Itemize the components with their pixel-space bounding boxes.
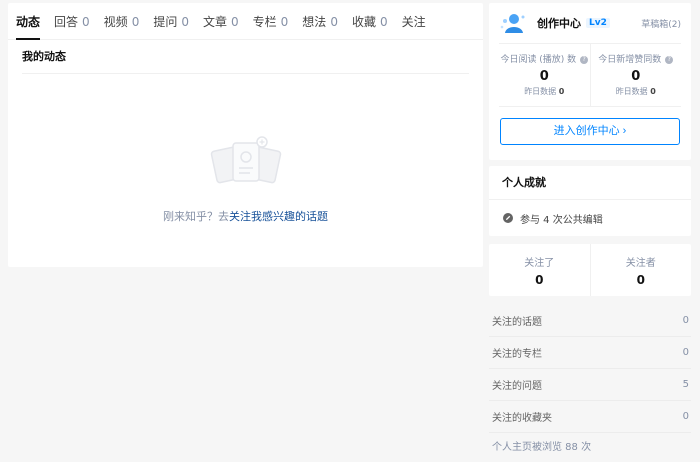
stat-value: 0	[631, 69, 641, 84]
tab-count: 0	[131, 14, 140, 29]
help-icon[interactable]: ?	[665, 55, 674, 64]
tab-collections[interactable]: 收藏 0	[352, 13, 388, 30]
stat-sub-label: 昨日数据	[524, 87, 557, 96]
profile-tabs: 动态 回答 0 视频 0 提问 0 文章 0 专栏 0 想法 0 收藏 0 关注	[8, 3, 483, 40]
tab-label: 提问	[153, 14, 178, 29]
creator-center-card: 创作中心 Lv2 草稿箱(2) 今日阅读 (播放) 数 ? 0 昨日数据 0 今…	[489, 3, 691, 160]
tab-label: 收藏	[351, 14, 376, 29]
creator-avatar-icon	[500, 14, 525, 33]
link-count: 5	[682, 379, 689, 390]
creator-header: 创作中心 Lv2 草稿箱(2)	[489, 3, 691, 43]
empty-state: 刚来知乎？去关注我感兴趣的话题	[8, 135, 483, 224]
following-links: 关注的话题 0 关注的专栏 0 关注的问题 5 关注的收藏夹 0 个人主页被浏览 88 …	[489, 305, 691, 462]
link-label: 关注的专栏	[492, 349, 542, 360]
tab-thoughts[interactable]: 想法 0	[302, 13, 338, 30]
tab-label: 文章	[202, 14, 227, 29]
link-count: 0	[682, 347, 689, 358]
tab-articles[interactable]: 文章 0	[203, 13, 239, 30]
tab-activity[interactable]: 动态	[16, 13, 40, 30]
creator-stats: 今日阅读 (播放) 数 ? 0 昨日数据 0 今日新增赞同数 ? 0 昨日数据 …	[499, 43, 681, 107]
achievement-card: 个人成就 参与 4 次公共编辑	[489, 166, 691, 236]
stat-today-upvotes: 今日新增赞同数 ? 0 昨日数据 0	[589, 44, 682, 106]
followed-topics-link[interactable]: 关注的话题 0	[489, 305, 691, 337]
tab-label: 回答	[54, 14, 79, 29]
link-label: 关注的话题	[492, 317, 542, 328]
following-count[interactable]: 关注了 0	[489, 244, 590, 296]
tab-count: 0	[231, 14, 239, 29]
follow-card: 关注了 0 关注者 0	[489, 244, 691, 296]
link-label: 关注的问题	[492, 381, 542, 392]
tab-answers[interactable]: 回答 0	[54, 13, 90, 30]
tab-label: 专栏	[252, 14, 277, 29]
stat-value: 0	[539, 69, 549, 84]
link-label: 关注的收藏夹	[492, 413, 552, 424]
tab-columns[interactable]: 专栏 0	[253, 13, 289, 30]
tab-label: 关注	[401, 14, 426, 29]
drafts-link[interactable]: 草稿箱(2)	[641, 17, 681, 30]
link-count: 0	[682, 315, 689, 326]
section-title: 我的动态	[22, 40, 469, 74]
profile-views: 个人主页被浏览 88 次	[492, 442, 592, 453]
tab-label: 想法	[302, 14, 327, 29]
active-tab-indicator	[16, 38, 40, 40]
stat-label-text: 今日新增赞同数	[598, 55, 662, 65]
tab-count: 0	[181, 14, 189, 29]
tab-label: 动态	[16, 14, 41, 29]
creator-title: 创作中心	[537, 17, 581, 30]
stat-today-reads: 今日阅读 (播放) 数 ? 0 昨日数据 0	[499, 44, 590, 106]
stat-sub-value: 0	[650, 87, 656, 96]
empty-message: 刚来知乎？去关注我感兴趣的话题	[8, 208, 483, 224]
achievement-item: 参与 4 次公共编辑	[489, 200, 691, 236]
follow-topics-link[interactable]: 关注我感兴趣的话题	[229, 210, 328, 223]
stat-yesterday: 昨日数据 0	[499, 86, 590, 97]
link-count: 0	[682, 411, 689, 422]
level-badge: Lv2	[586, 18, 610, 28]
stat-label: 今日新增赞同数 ?	[591, 52, 682, 65]
tab-questions[interactable]: 提问 0	[153, 13, 189, 30]
activity-card: 动态 回答 0 视频 0 提问 0 文章 0 专栏 0 想法 0 收藏 0 关注 我的动态 刚…	[8, 3, 483, 267]
stat-label: 今日阅读 (播放) 数 ?	[499, 52, 590, 65]
followers-label: 关注者	[625, 258, 656, 269]
tab-count: 0	[330, 14, 338, 29]
stat-sub-label: 昨日数据	[615, 87, 648, 96]
tab-following[interactable]: 关注	[402, 13, 426, 30]
achievement-text: 参与 4 次公共编辑	[520, 214, 603, 226]
following-label: 关注了	[524, 258, 555, 269]
tab-videos[interactable]: 视频 0	[104, 13, 140, 30]
stat-label-text: 今日阅读 (播放) 数	[500, 55, 577, 65]
followers-count[interactable]: 关注者 0	[589, 244, 692, 296]
tab-count: 0	[280, 14, 289, 29]
empty-cards-icon	[210, 136, 281, 184]
tab-count: 0	[379, 14, 388, 29]
followed-columns-link[interactable]: 关注的专栏 0	[489, 337, 691, 369]
edit-icon	[503, 213, 513, 223]
tab-label: 视频	[103, 14, 128, 29]
following-value: 0	[535, 273, 544, 287]
empty-prefix: 刚来知乎？去	[163, 210, 229, 223]
stat-yesterday: 昨日数据 0	[591, 86, 682, 97]
enter-creator-center-button[interactable]: 进入创作中心 ›	[500, 118, 680, 145]
followed-questions-link[interactable]: 关注的问题 5	[489, 369, 691, 401]
tab-count: 0	[82, 14, 90, 29]
followed-collections-link[interactable]: 关注的收藏夹 0	[489, 401, 691, 433]
achievement-title: 个人成就	[489, 166, 691, 200]
followers-value: 0	[636, 273, 645, 287]
help-icon[interactable]: ?	[580, 55, 589, 64]
stat-sub-value: 0	[558, 87, 565, 96]
